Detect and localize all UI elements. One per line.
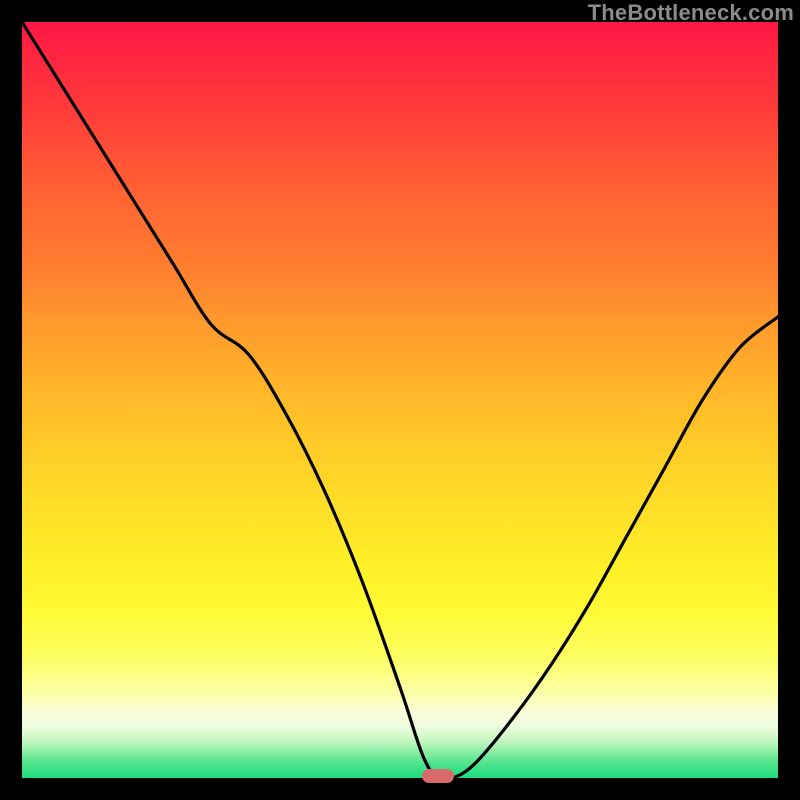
bottleneck-marker xyxy=(422,769,454,783)
bottleneck-curve xyxy=(22,22,778,778)
watermark-text: TheBottleneck.com xyxy=(588,0,794,26)
plot-area xyxy=(22,22,778,778)
chart-container: TheBottleneck.com xyxy=(0,0,800,800)
